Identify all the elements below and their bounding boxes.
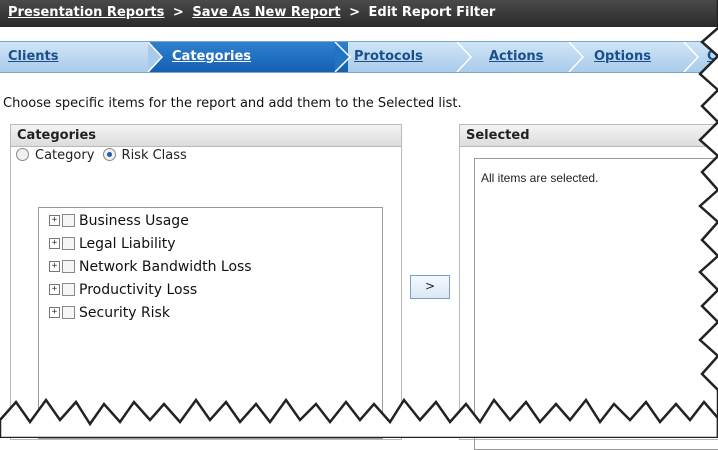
torn-edge-decoration [0, 0, 718, 438]
